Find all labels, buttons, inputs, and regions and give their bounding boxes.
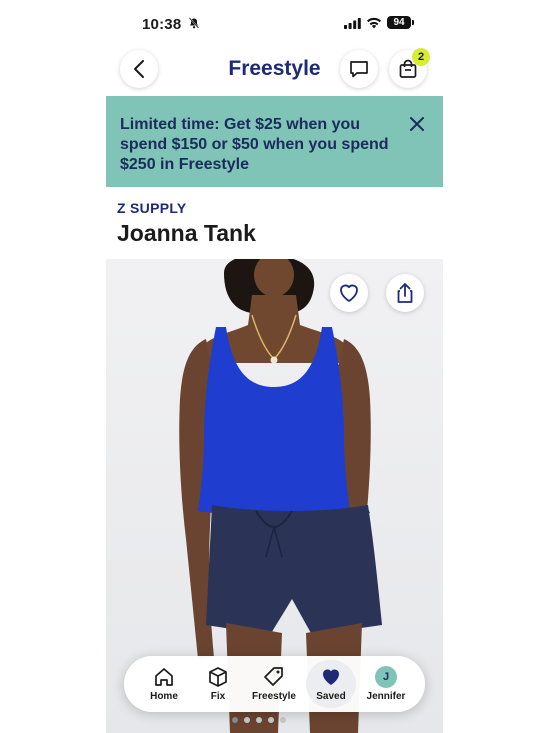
app-screen: 10:38 94 Freestyle 2 Limited time: Get $… — [106, 0, 443, 733]
heart-outline-icon — [340, 284, 358, 302]
carousel-dot[interactable] — [232, 717, 238, 723]
product-name: Joanna Tank — [117, 220, 256, 246]
share-icon — [397, 283, 413, 303]
chat-button[interactable] — [340, 50, 378, 88]
tab-profile-label: Jennifer — [366, 691, 406, 702]
tab-saved-label: Saved — [316, 691, 346, 702]
home-icon — [151, 665, 177, 689]
save-favorite-button[interactable] — [330, 274, 368, 312]
signal-icon — [344, 18, 361, 29]
carousel-dot[interactable] — [244, 717, 250, 723]
status-bar: 10:38 94 — [106, 0, 443, 44]
tab-home[interactable]: Home — [136, 656, 192, 712]
tab-home-label: Home — [150, 691, 178, 702]
tab-fix[interactable]: Fix — [190, 656, 246, 712]
tab-freestyle[interactable]: Freestyle — [246, 656, 302, 712]
tab-fix-label: Fix — [210, 691, 226, 702]
cart-count-badge: 2 — [412, 48, 430, 66]
product-brand[interactable]: Z SUPPLY — [117, 200, 187, 216]
battery-level: 94 — [387, 16, 411, 29]
tag-icon — [261, 665, 287, 689]
share-button[interactable] — [386, 274, 424, 312]
tab-saved[interactable]: Saved — [303, 656, 359, 712]
promo-text: Limited time: Get $25 when you spend $15… — [120, 116, 389, 173]
wifi-icon — [367, 17, 381, 29]
avatar: J — [375, 666, 397, 688]
chat-icon — [350, 61, 368, 78]
carousel-dot[interactable] — [268, 717, 274, 723]
bell-muted-icon — [188, 17, 200, 29]
tab-profile[interactable]: J Jennifer — [358, 656, 414, 712]
carousel-dot[interactable] — [256, 717, 262, 723]
battery-tip — [412, 20, 414, 25]
avatar-wrap: J — [373, 665, 399, 689]
tab-freestyle-label: Freestyle — [252, 691, 296, 702]
bottom-tab-bar: Home Fix Freestyle Saved J Jennifer — [124, 656, 425, 712]
nav-header: Freestyle 2 — [106, 44, 443, 96]
box-icon — [205, 665, 231, 689]
carousel-dot[interactable] — [280, 717, 286, 723]
promo-banner: Limited time: Get $25 when you spend $15… — [106, 96, 443, 187]
promo-close-button[interactable] — [406, 113, 428, 135]
image-carousel-dots[interactable] — [232, 717, 286, 723]
status-time: 10:38 — [142, 16, 182, 33]
close-icon — [410, 117, 424, 131]
heart-icon — [318, 665, 344, 689]
